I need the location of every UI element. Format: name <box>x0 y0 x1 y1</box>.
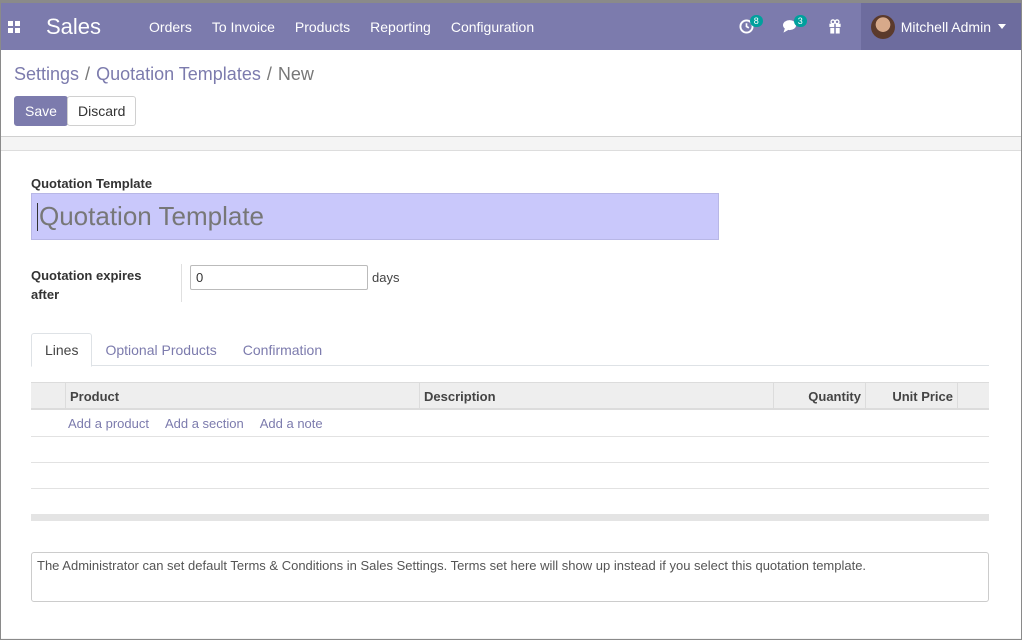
menu-item-to-invoice[interactable]: To Invoice <box>212 19 275 35</box>
table-footer <box>31 514 989 521</box>
menu-item-orders[interactable]: Orders <box>149 19 192 35</box>
column-handle <box>31 383 66 409</box>
breadcrumb-current: New <box>277 64 314 84</box>
user-menu[interactable]: Mitchell Admin <box>860 3 1022 50</box>
tab-lines[interactable]: Lines <box>31 333 93 367</box>
column-description[interactable]: Description <box>420 383 774 409</box>
table-header: Product Description Quantity Unit Price <box>31 382 989 410</box>
main-menu: Orders To Invoice Products Reporting Con… <box>149 19 554 35</box>
apps-menu-icon[interactable] <box>0 3 28 50</box>
title-input[interactable]: Quotation Template <box>31 193 719 240</box>
discard-button[interactable]: Discard <box>67 96 137 126</box>
caret-down-icon <box>998 24 1006 29</box>
label-divider <box>181 264 182 302</box>
expires-input[interactable]: 0 <box>190 265 368 290</box>
title-label: Quotation Template <box>31 176 153 191</box>
column-product[interactable]: Product <box>66 383 420 409</box>
empty-table-row <box>31 489 989 515</box>
form-tabs: Lines Optional Products Confirmation <box>31 333 989 367</box>
gift-button[interactable] <box>813 3 857 50</box>
add-line-row: Add a product Add a section Add a note <box>31 411 989 437</box>
column-actions <box>958 383 989 409</box>
menu-item-reporting[interactable]: Reporting <box>370 19 431 35</box>
gift-icon <box>829 19 841 34</box>
empty-table-row <box>31 463 989 489</box>
expires-unit: days <box>372 270 400 285</box>
expires-label: Quotation expires after <box>31 268 142 302</box>
breadcrumb-quotation-templates[interactable]: Quotation Templates <box>96 64 261 85</box>
add-product-link[interactable]: Add a product <box>68 416 149 431</box>
top-navbar: Sales Orders To Invoice Products Reporti… <box>0 3 1022 50</box>
add-note-link[interactable]: Add a note <box>260 416 323 431</box>
breadcrumb-settings[interactable]: Settings <box>14 64 79 85</box>
messages-badge: 3 <box>793 15 807 27</box>
column-unit-price[interactable]: Unit Price <box>866 383 958 409</box>
breadcrumb: Settings / Quotation Templates / New <box>14 64 314 85</box>
activity-button[interactable]: 8 <box>725 3 769 50</box>
breadcrumb-separator: / <box>266 64 272 84</box>
menu-item-configuration[interactable]: Configuration <box>451 19 534 35</box>
text-cursor <box>37 202 38 231</box>
systray: 8 3 Mitchell Admin <box>725 3 1022 50</box>
title-placeholder: Quotation Template <box>39 201 264 231</box>
breadcrumb-separator: / <box>85 64 91 84</box>
save-button[interactable]: Save <box>14 96 68 126</box>
activity-badge: 8 <box>749 15 763 27</box>
terms-conditions-field[interactable]: The Administrator can set default Terms … <box>31 552 989 602</box>
menu-item-products[interactable]: Products <box>295 19 350 35</box>
empty-table-row <box>31 437 989 463</box>
tab-optional-products[interactable]: Optional Products <box>92 333 229 366</box>
app-name[interactable]: Sales <box>46 14 101 40</box>
column-quantity[interactable]: Quantity <box>774 383 866 409</box>
add-section-link[interactable]: Add a section <box>165 416 244 431</box>
tab-confirmation[interactable]: Confirmation <box>230 333 335 366</box>
control-panel: Settings / Quotation Templates / New Sav… <box>0 50 1022 137</box>
messages-button[interactable]: 3 <box>769 3 813 50</box>
avatar <box>870 14 895 39</box>
user-name: Mitchell Admin <box>900 18 991 35</box>
